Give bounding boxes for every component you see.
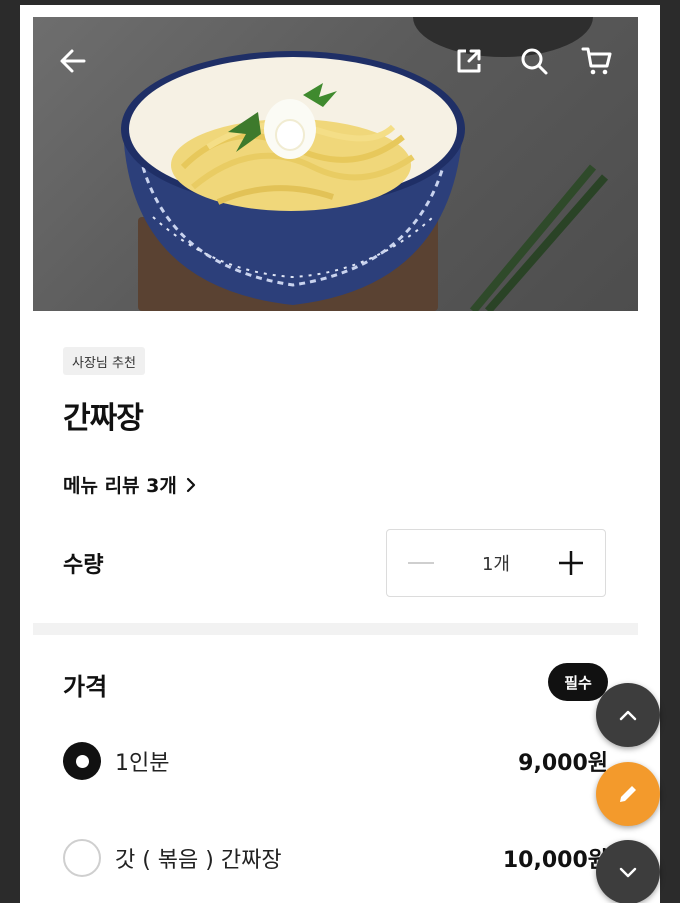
plus-icon	[559, 551, 583, 575]
increase-button[interactable]	[537, 530, 605, 596]
decrease-button[interactable]	[387, 530, 455, 596]
search-icon	[521, 48, 548, 75]
section-divider	[33, 623, 638, 635]
option-name: 갓 ( 볶음 ) 간짜장	[115, 848, 282, 873]
option-price: 10,000원	[502, 848, 608, 873]
search-button[interactable]	[516, 43, 552, 79]
menu-title: 간짜장	[63, 401, 144, 436]
cart-button[interactable]	[579, 43, 615, 79]
scroll-up-button[interactable]	[596, 683, 660, 747]
radio-selected[interactable]	[63, 742, 101, 780]
menu-review-link[interactable]: 메뉴 리뷰 3개	[63, 471, 197, 498]
quantity-stepper: 1개	[386, 529, 606, 597]
chevron-down-icon	[619, 867, 637, 878]
option-price: 9,000원	[518, 751, 608, 776]
edit-button[interactable]	[596, 762, 660, 826]
share-icon	[457, 49, 481, 73]
price-section-title: 가격	[63, 673, 108, 701]
minus-icon	[408, 562, 434, 564]
menu-detail-sheet: 사장님 추천 간짜장 메뉴 리뷰 3개 수량 1개 가격 필수 1인분 9,00…	[20, 5, 660, 903]
quantity-value: 1개	[481, 554, 510, 575]
chevron-up-icon	[619, 710, 637, 721]
cart-icon	[581, 47, 612, 75]
radio-unselected[interactable]	[63, 839, 101, 877]
price-option-1[interactable]: 1인분 9,000원	[63, 739, 608, 783]
arrow-left-icon	[60, 49, 86, 73]
back-button[interactable]	[55, 43, 91, 79]
quantity-label: 수량	[63, 553, 104, 578]
option-name: 1인분	[115, 751, 170, 776]
required-badge: 필수	[548, 663, 608, 701]
chevron-right-icon	[186, 477, 195, 492]
owner-recommend-badge: 사장님 추천	[63, 347, 145, 375]
share-button[interactable]	[451, 43, 487, 79]
menu-photo	[33, 17, 638, 311]
pencil-icon	[620, 786, 636, 802]
price-option-2[interactable]: 갓 ( 볶음 ) 간짜장 10,000원	[63, 836, 608, 880]
review-link-label: 메뉴 리뷰 3개	[63, 475, 177, 497]
scroll-down-button[interactable]	[596, 840, 660, 903]
